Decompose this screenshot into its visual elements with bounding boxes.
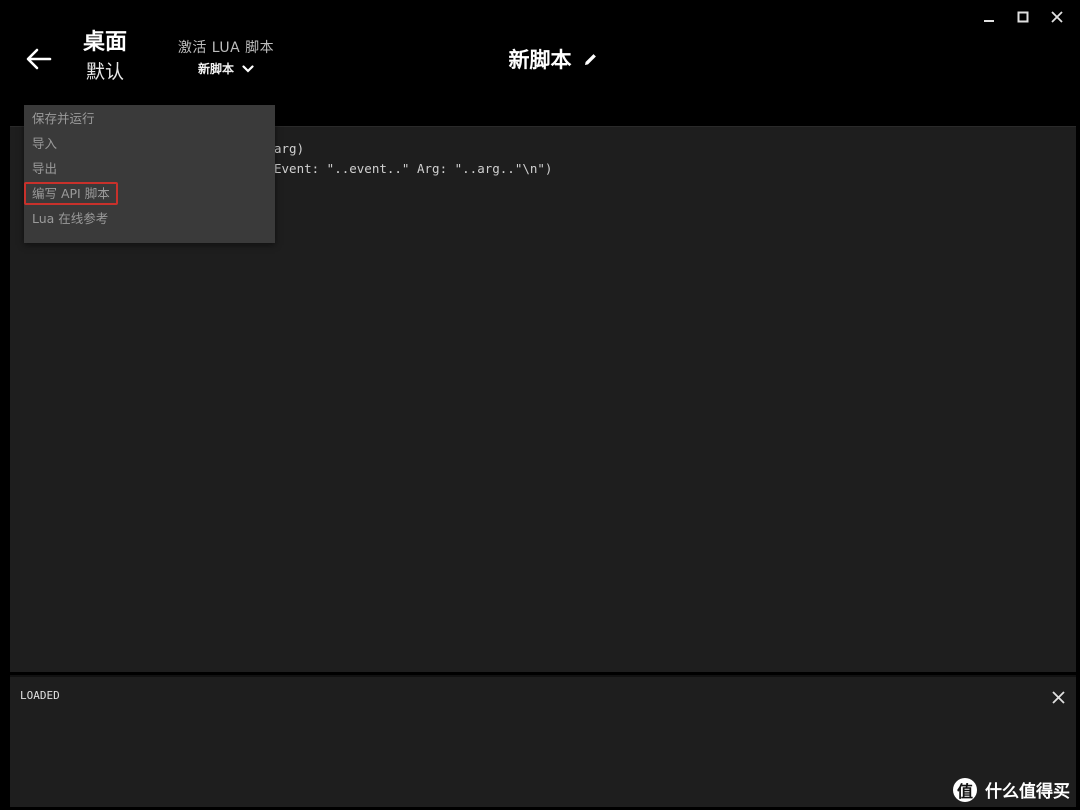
menu-item-import[interactable]: 导入: [24, 131, 275, 156]
watermark-logo: 值: [953, 777, 977, 802]
window-controls: [972, 6, 1074, 28]
menu-item-label: 导出: [32, 161, 58, 176]
script-actions-menu: 保存并运行 导入 导出 编写 API 脚本 Lua 在线参考: [24, 105, 275, 243]
maximize-icon[interactable]: [1006, 6, 1040, 28]
code-line: arg): [274, 141, 305, 156]
menu-item-lua-online-reference[interactable]: Lua 在线参考: [24, 206, 275, 231]
watermark: 值 什么值得买: [953, 777, 1070, 802]
menu-item-export[interactable]: 导出: [24, 156, 275, 181]
menu-item-save-and-run[interactable]: 保存并运行: [24, 106, 275, 131]
menu-item-label: Lua 在线参考: [32, 211, 109, 226]
output-console: LOADED: [10, 675, 1076, 807]
output-text: LOADED: [20, 689, 60, 702]
watermark-text: 什么值得买: [985, 782, 1070, 802]
menu-item-label: 编写 API 脚本: [24, 182, 118, 205]
script-title: 新脚本: [508, 48, 572, 72]
close-icon[interactable]: [1040, 6, 1074, 28]
script-title-bar: 新脚本: [0, 44, 1080, 74]
pencil-icon[interactable]: [582, 50, 600, 68]
menu-item-label: 导入: [32, 136, 58, 151]
menu-item-write-api-script[interactable]: 编写 API 脚本: [24, 181, 275, 206]
code-line: Event: "..event.." Arg: "..arg.."\n"): [274, 161, 553, 176]
close-icon[interactable]: [1048, 687, 1068, 707]
minimize-icon[interactable]: [972, 6, 1006, 28]
menu-item-label: 保存并运行: [32, 111, 95, 126]
